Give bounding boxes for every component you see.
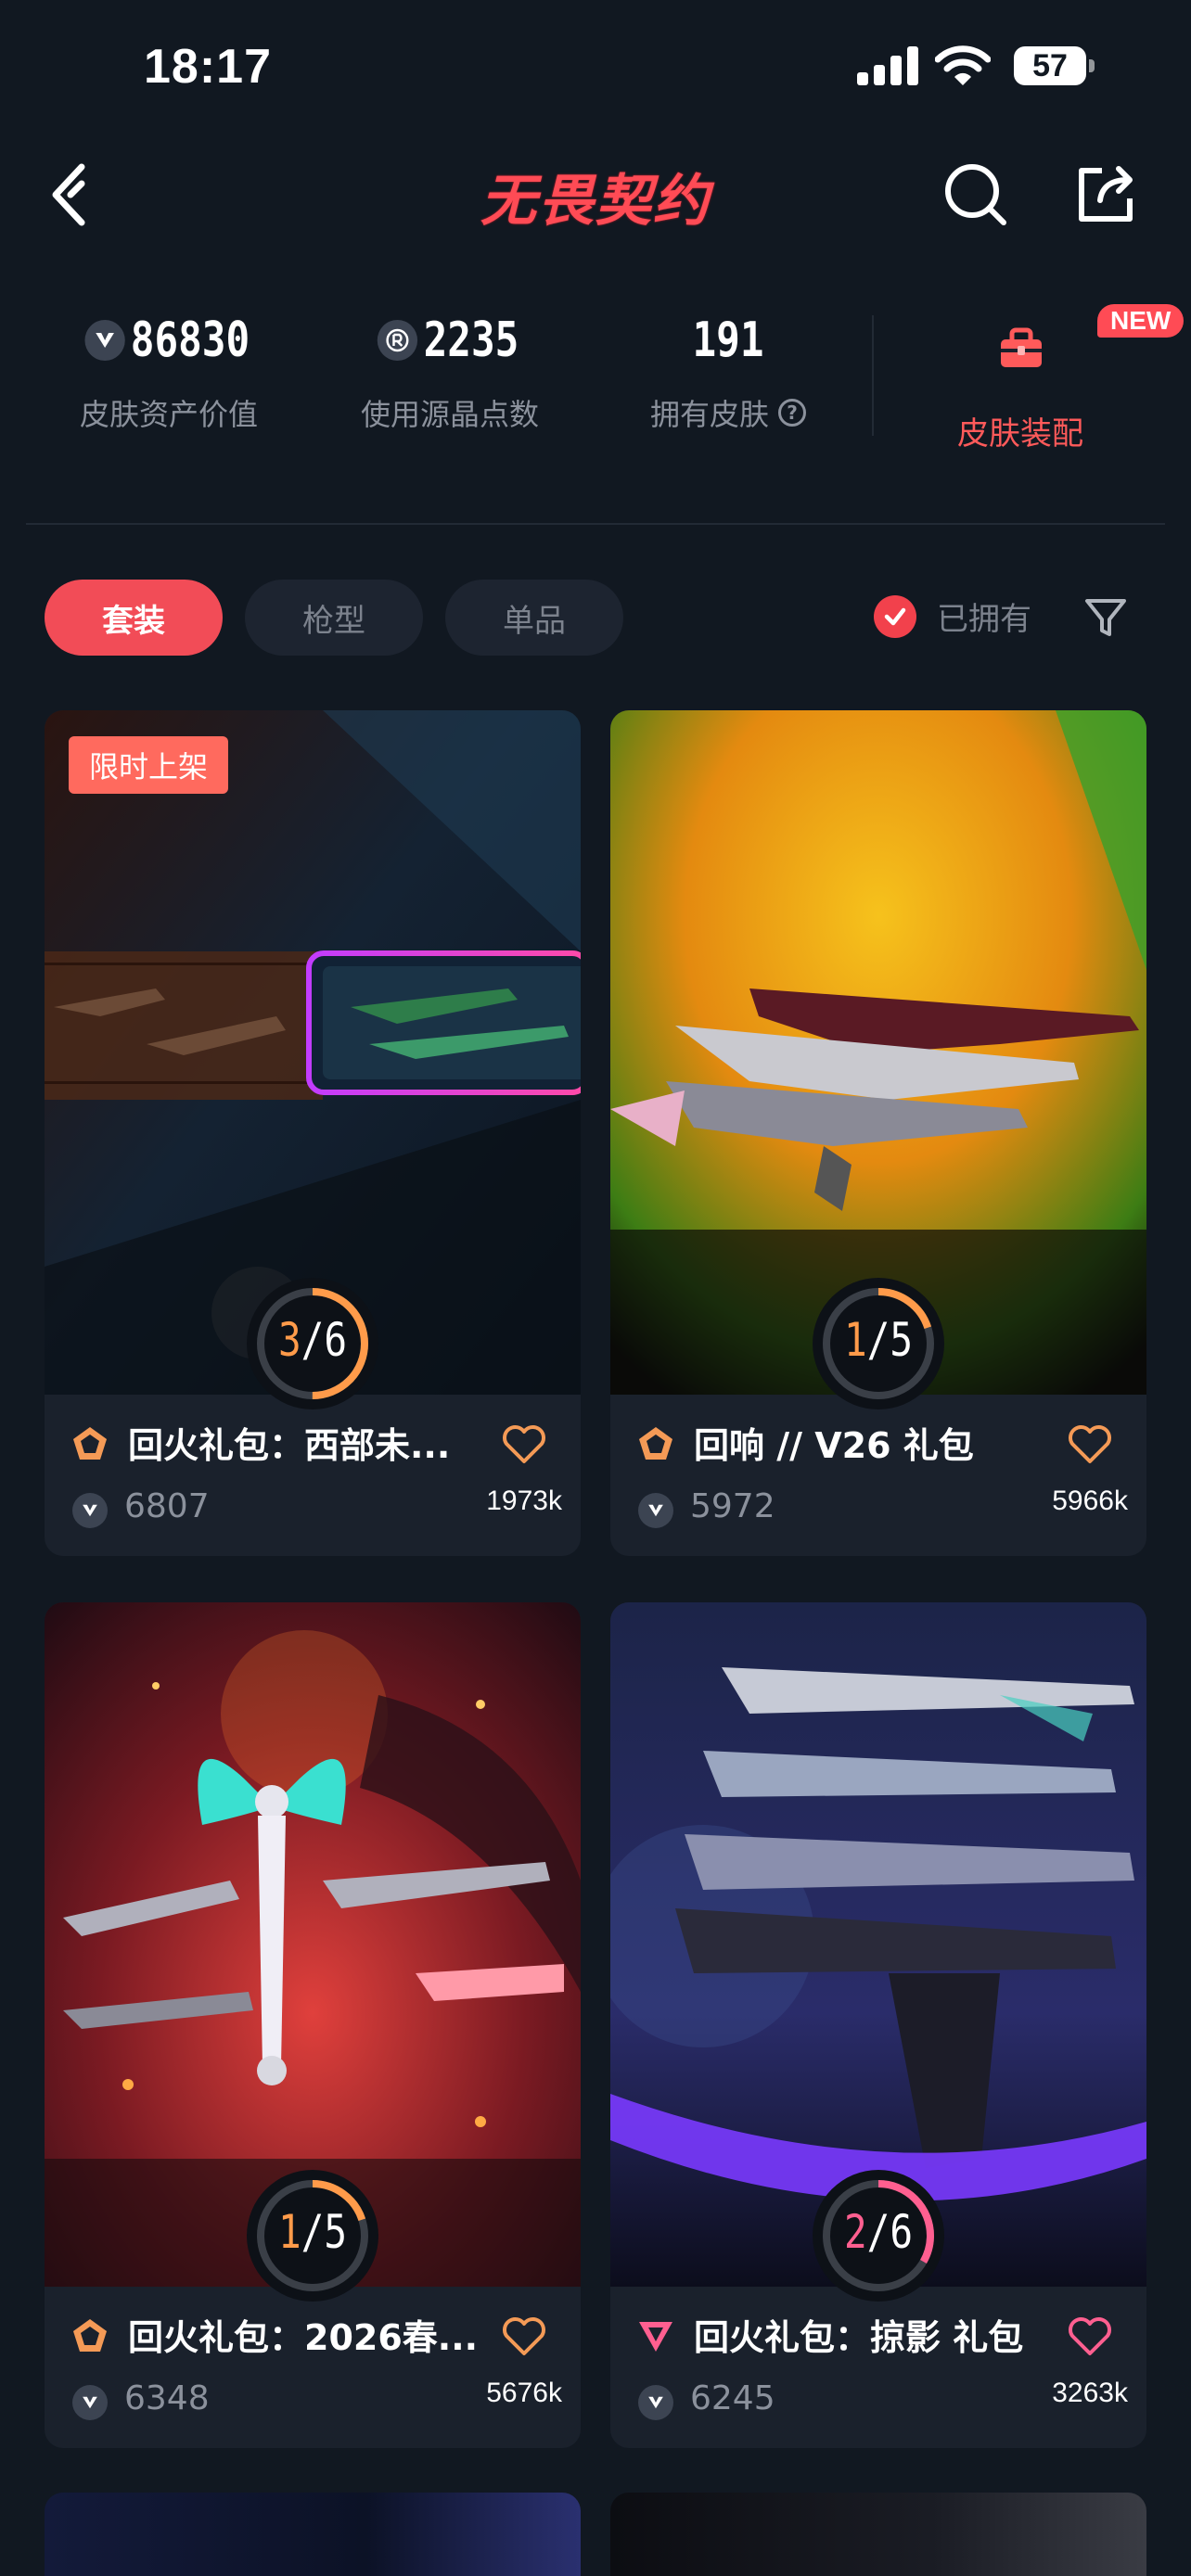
funnel-icon	[1085, 599, 1126, 636]
search-button[interactable]	[939, 158, 1013, 232]
collection-progress: 2/6	[813, 2170, 944, 2302]
collection-progress: 3/6	[247, 1278, 378, 1409]
heart-icon[interactable]	[501, 1422, 547, 1465]
wifi-icon	[934, 45, 992, 87]
bundle-info: 回火礼包：西部未... 6807 1973k	[45, 1395, 581, 1556]
heart-icon[interactable]	[501, 2315, 547, 2357]
stat-owned-skins: 191 拥有皮肤 ?	[612, 306, 844, 434]
heart-icon[interactable]	[1067, 1422, 1113, 1465]
bundle-card[interactable]: 1/5 回响 // V26 礼包 5972 5966k	[610, 710, 1146, 1556]
total-count: 6	[324, 1313, 348, 1367]
stat-value: 86830	[130, 312, 250, 368]
like-count: 3263k	[1052, 2378, 1128, 2408]
bundle-title: 回响 // V26 礼包	[694, 1425, 974, 1466]
total-count: 5	[324, 2205, 348, 2259]
like-count: 5966k	[1052, 1486, 1128, 1516]
back-button[interactable]	[43, 158, 108, 232]
owned-count: 1	[277, 2205, 301, 2259]
bundle-price: 5972	[690, 1487, 775, 1525]
bundle-card[interactable]: 2/6 回火礼包：掠影 礼包 6245 3263k	[610, 1602, 1146, 2448]
bundle-card[interactable]: 限时上架 3/6 回火礼包：西部未... 6807 1973k	[45, 710, 581, 1556]
radianite-icon	[378, 320, 418, 361]
valorant-points-icon	[638, 1493, 673, 1528]
status-time: 18:17	[144, 40, 272, 94]
owned-toggle[interactable]: 已拥有	[874, 593, 1031, 639]
like-count: 1973k	[486, 1486, 562, 1516]
bundle-title: 回火礼包：掠影 礼包	[694, 2317, 1024, 2358]
skin-setup-label: 皮肤装配	[957, 415, 1083, 453]
stats-panel: 86830 皮肤资产价值 2235 使用源晶点数 191 拥有皮肤 ? NEW	[0, 304, 1191, 464]
tab-bundles[interactable]: 套装	[45, 580, 223, 656]
bundle-info: 回火礼包：2026春... 6348 5676k	[45, 2287, 581, 2448]
bundle-price: 6807	[124, 1487, 210, 1525]
total-count: 5	[890, 1313, 914, 1367]
bundle-info: 回响 // V26 礼包 5972 5966k	[610, 1395, 1146, 1556]
checkmark-icon	[874, 594, 916, 638]
chevron-left-icon	[52, 163, 85, 226]
pentagon-tier-icon	[73, 2319, 107, 2352]
valorant-points-icon	[72, 1493, 108, 1528]
share-icon	[1079, 166, 1133, 222]
bundle-card-partial[interactable]	[610, 2493, 1146, 2576]
divider	[26, 523, 1165, 525]
stat-label: 皮肤资产价值	[79, 397, 258, 432]
bundle-price: 6348	[124, 2379, 210, 2417]
filter-button[interactable]	[1082, 593, 1130, 642]
stat-value: 191	[692, 312, 764, 368]
collection-progress: 1/5	[247, 2170, 378, 2302]
battery-level: 57	[1032, 48, 1068, 83]
bundle-title: 回火礼包：西部未...	[128, 1425, 451, 1466]
heart-icon[interactable]	[1067, 2315, 1113, 2357]
bundle-price: 6245	[690, 2379, 775, 2417]
valorant-points-icon	[84, 320, 125, 361]
stat-value: 2235	[423, 312, 519, 368]
cellular-signal-icon	[857, 46, 918, 85]
bundle-title: 回火礼包：2026春...	[128, 2317, 479, 2358]
stat-skin-asset-value: 86830 皮肤资产价值	[53, 306, 285, 434]
tab-single-items[interactable]: 单品	[445, 580, 623, 656]
briefcase-icon	[1001, 327, 1042, 367]
bundle-card-partial[interactable]	[45, 2493, 581, 2576]
skin-setup-button[interactable]: NEW 皮肤装配	[918, 304, 1185, 453]
triangle-tier-icon	[639, 2322, 672, 2352]
stat-label: 拥有皮肤	[649, 397, 769, 432]
like-count: 5676k	[486, 2378, 562, 2408]
help-icon[interactable]: ?	[778, 399, 806, 427]
pentagon-tier-icon	[639, 1427, 672, 1460]
stat-radianite-points: 2235 使用源晶点数	[334, 306, 566, 434]
valorant-points-icon	[638, 2385, 673, 2420]
pentagon-tier-icon	[73, 1427, 107, 1460]
tab-weapon-type[interactable]: 枪型	[245, 580, 423, 656]
nav-bar: 无畏契约	[0, 139, 1191, 250]
page-title: 无畏契约	[480, 169, 711, 234]
valorant-points-icon	[72, 2385, 108, 2420]
owned-count: 2	[843, 2205, 867, 2259]
total-count: 6	[890, 2205, 914, 2259]
owned-count: 3	[277, 1313, 301, 1367]
collection-progress: 1/5	[813, 1278, 944, 1409]
bundle-card[interactable]: 1/5 回火礼包：2026春... 6348 5676k	[45, 1602, 581, 2448]
battery-icon: 57	[1014, 46, 1095, 85]
limited-time-tag: 限时上架	[69, 736, 229, 794]
search-icon	[945, 164, 1006, 225]
share-button[interactable]	[1069, 158, 1143, 232]
status-bar: 18:17 57	[0, 0, 1191, 139]
owned-label: 已拥有	[937, 601, 1031, 638]
owned-count: 1	[843, 1313, 867, 1367]
bundle-info: 回火礼包：掠影 礼包 6245 3263k	[610, 2287, 1146, 2448]
new-badge: NEW	[1097, 304, 1185, 338]
divider	[872, 315, 874, 436]
stat-label: 使用源晶点数	[360, 397, 539, 432]
